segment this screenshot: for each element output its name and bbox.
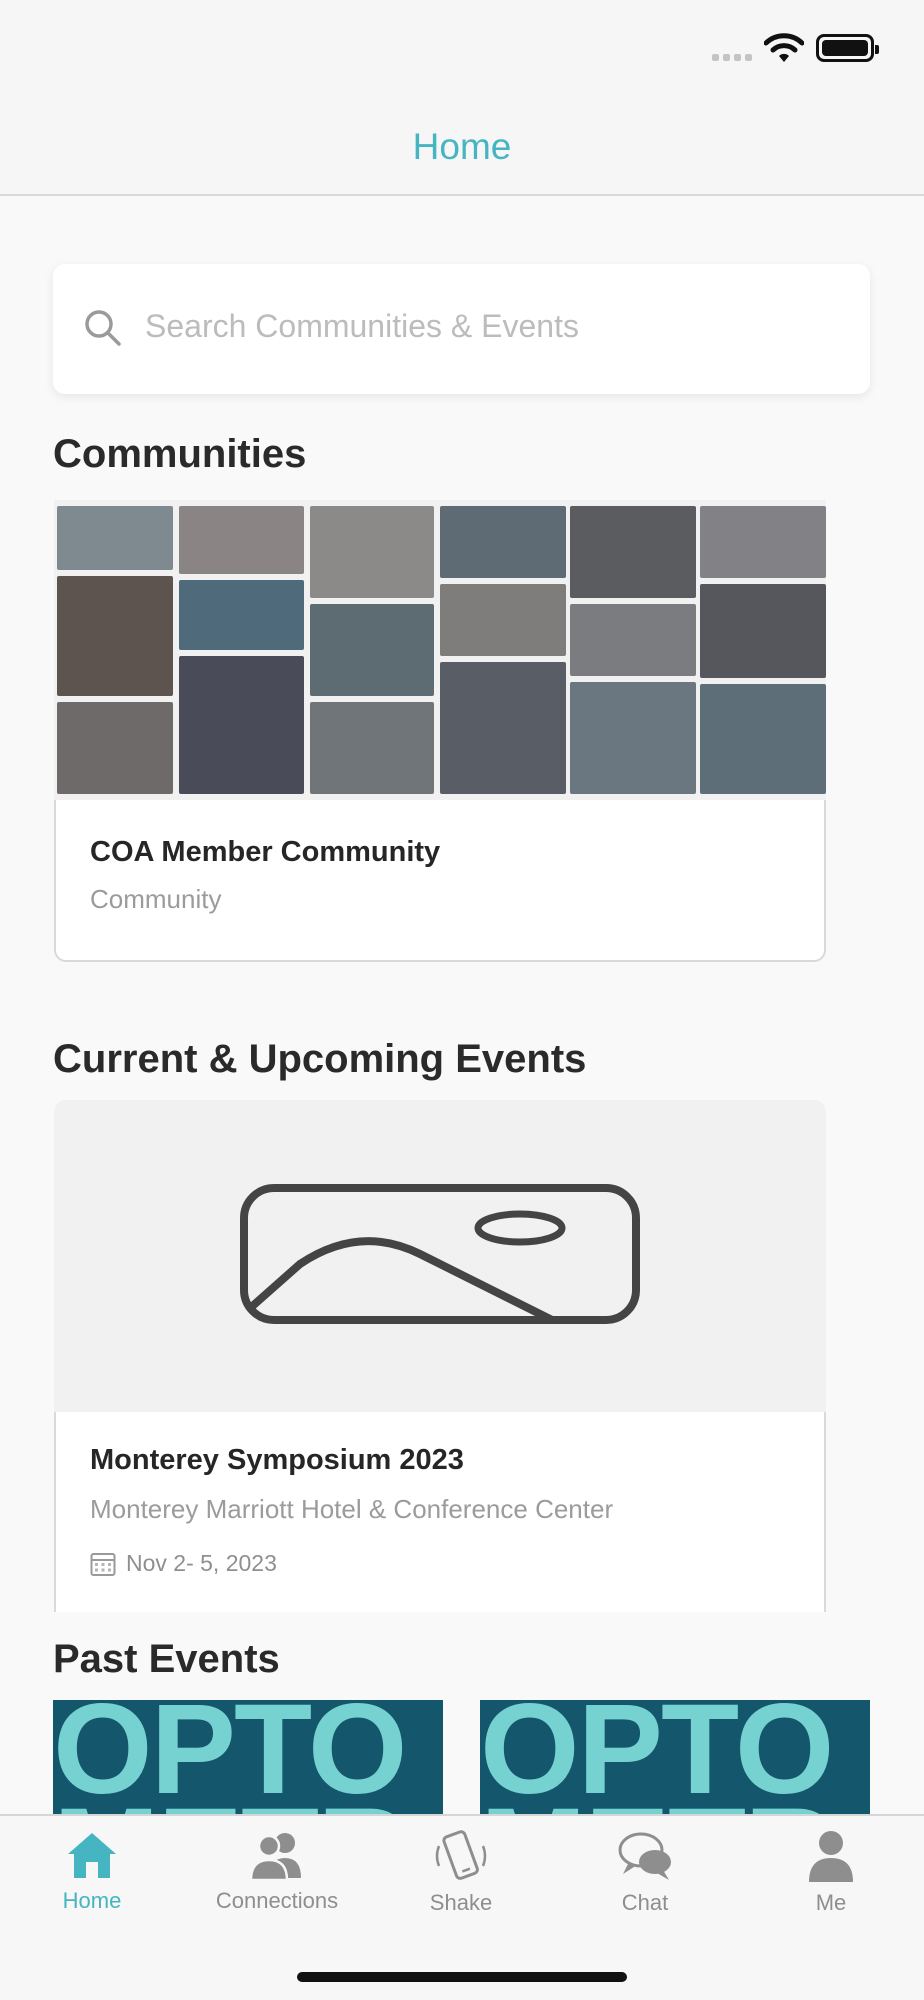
tab-label: Connections (215, 1888, 339, 1913)
people-icon (249, 1833, 301, 1880)
search-input[interactable]: Search Communities & Events (145, 308, 579, 345)
tab-me[interactable]: Me (751, 1830, 911, 1916)
past-events-heading: Past Events (53, 1637, 280, 1681)
communities-heading: Communities (53, 432, 307, 476)
wifi-icon (764, 33, 804, 62)
nav-header: Home (0, 110, 924, 196)
event-card[interactable]: Monterey Symposium 2023 Monterey Marriot… (54, 1412, 826, 1612)
past-event-card[interactable]: OPTO METR (480, 1700, 870, 1814)
past-event-logo: METR (480, 1790, 837, 1815)
tab-label: Shake (429, 1890, 493, 1915)
battery-icon (816, 34, 879, 62)
event-date: Nov 2- 5, 2023 (126, 1550, 277, 1576)
tab-label: Me (815, 1890, 847, 1915)
community-type: Community (90, 884, 222, 914)
search-bar[interactable]: Search Communities & Events (53, 264, 870, 394)
community-cover-image[interactable] (54, 500, 826, 800)
tab-connections[interactable]: Connections (197, 1830, 357, 1914)
tab-chat[interactable]: Chat (565, 1830, 725, 1916)
person-icon (809, 1831, 853, 1882)
past-event-logo: METR (53, 1790, 410, 1815)
tab-shake[interactable]: Shake (381, 1830, 541, 1916)
tab-label: Chat (621, 1890, 669, 1915)
cellular-signal-icon (712, 54, 752, 61)
home-indicator[interactable] (297, 1972, 627, 1982)
community-name: COA Member Community (90, 836, 441, 868)
phone-shake-icon (435, 1830, 487, 1880)
tab-home[interactable]: Home (12, 1830, 172, 1914)
home-icon (68, 1833, 116, 1878)
search-icon (85, 310, 121, 346)
event-venue: Monterey Marriott Hotel & Conference Cen… (90, 1494, 614, 1524)
image-placeholder-icon (240, 1184, 640, 1324)
event-date-row: Nov 2- 5, 2023 (90, 1550, 277, 1577)
event-image-placeholder[interactable] (54, 1100, 826, 1412)
tab-label: Home (62, 1888, 122, 1913)
community-card[interactable]: COA Member Community Community (54, 800, 826, 962)
calendar-icon (90, 1552, 116, 1576)
past-event-card[interactable]: OPTO METR (53, 1700, 443, 1814)
upcoming-events-heading: Current & Upcoming Events (53, 1037, 587, 1081)
status-bar (0, 0, 924, 110)
chat-bubble-icon (618, 1832, 671, 1880)
event-name: Monterey Symposium 2023 (90, 1444, 464, 1476)
page-title: Home (412, 126, 512, 167)
